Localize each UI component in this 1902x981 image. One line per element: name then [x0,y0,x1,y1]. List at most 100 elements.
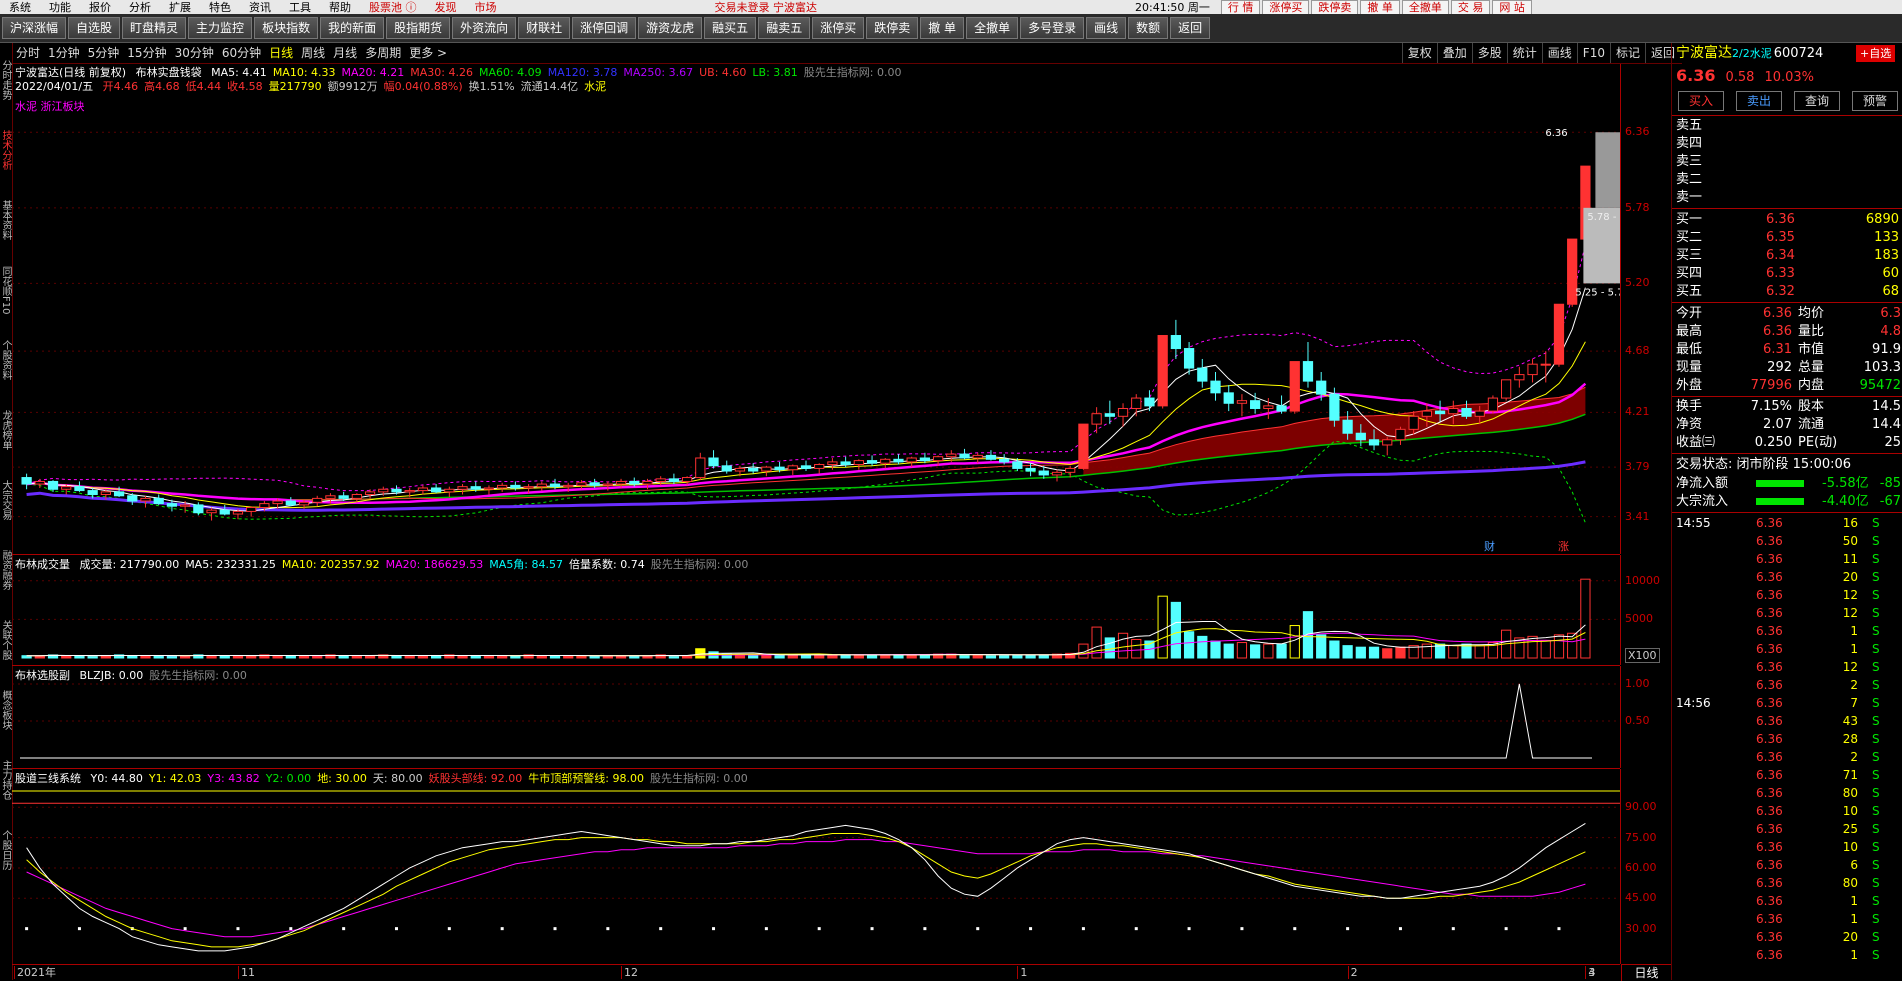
left-tab[interactable]: 个股资料 [0,327,11,393]
candle[interactable] [246,506,257,517]
three-line-pane[interactable]: 股道三线系统 Y0: 44.80 Y1: 42.03 Y3: 43.82 Y2: 0.… [12,769,1620,964]
chart-tool-button[interactable]: 标记 [1609,43,1645,63]
quick-button[interactable]: 全撤单 [1401,0,1449,14]
candle[interactable] [985,450,997,461]
candle[interactable] [1540,351,1551,383]
volume-bar[interactable] [1289,625,1300,659]
left-tab[interactable]: 大宗交易 [0,467,11,533]
volume-bar[interactable] [1382,648,1393,659]
period-tab[interactable]: 1分钟 [44,43,84,63]
volume-bar[interactable] [232,655,244,659]
chart-tool-button[interactable]: 多股 [1471,43,1507,63]
ask-level[interactable]: 卖五 [1676,117,1902,134]
ask-level[interactable]: 卖二 [1676,171,1902,188]
chart-tool-button[interactable]: 统计 [1506,43,1542,63]
volume-bar[interactable] [364,655,376,659]
volume-bar[interactable] [1329,640,1340,659]
menu-item[interactable]: 市场 [466,1,506,14]
period-indicator[interactable]: 日线 [1621,964,1671,981]
candle[interactable] [959,448,970,460]
volume-bar[interactable] [272,655,283,659]
toolbar-button[interactable]: 主力监控 [188,17,253,39]
menu-item[interactable]: 资讯 [240,1,280,14]
menu-item[interactable]: 功能 [40,1,80,14]
volume-bar[interactable] [1540,640,1551,659]
menu-item[interactable]: 扩展 [160,1,200,14]
left-tab[interactable]: 分时走势 [0,47,11,113]
toolbar-button[interactable]: 财联社 [518,17,571,39]
volume-bar[interactable] [1448,645,1459,659]
toolbar-button[interactable]: 数额 [1128,17,1169,39]
quick-button[interactable]: 行 情 [1220,0,1261,14]
candle[interactable] [1051,469,1063,482]
candle[interactable] [497,482,508,492]
volume-chart[interactable] [12,555,1620,665]
volume-bar[interactable] [404,655,415,659]
volume-pane[interactable]: 布林成交量 成交量: 217790.00 MA5: 232331.25 MA10: … [12,555,1620,666]
candle[interactable] [1289,361,1300,414]
volume-bar[interactable] [1276,643,1287,659]
volume-bar[interactable] [1104,637,1115,659]
chart-tool-button[interactable]: 复权 [1401,43,1437,63]
bollsel-chart[interactable] [12,666,1620,768]
quick-button[interactable]: 跌停卖 [1311,0,1359,14]
volume-bar[interactable] [430,655,442,659]
quick-button[interactable]: 撤 单 [1360,0,1400,14]
volume-bar[interactable] [1355,646,1366,659]
candle[interactable] [74,481,85,492]
volume-bar[interactable] [298,655,310,659]
volume-bar[interactable] [127,655,138,659]
candle[interactable] [748,463,759,474]
candle[interactable] [536,481,547,491]
ask-level[interactable]: 卖四 [1676,135,1902,152]
bid-level[interactable]: 买一 6.36 6890 [1676,211,1902,228]
candlestick-chart[interactable]: 5.78 - 6.3 5.25 - 5.78 6.36 财 涨 [12,64,1620,554]
toolbar-button[interactable]: 沪深涨幅 [2,17,67,39]
candle[interactable] [866,455,878,466]
add-watchlist-button[interactable]: +自选 [1856,45,1896,62]
toolbar-button[interactable]: 板块指数 [254,17,319,39]
candle[interactable] [34,478,45,488]
candle[interactable] [1487,395,1499,414]
candle[interactable] [1210,372,1221,401]
candle[interactable] [800,460,812,472]
volume-bar[interactable] [74,655,85,659]
trade-button[interactable]: 预警 [1852,91,1898,111]
volume-bar[interactable] [417,655,429,659]
menu-item[interactable]: 发现 [426,1,466,14]
volume-bar[interactable] [959,654,970,659]
volume-bar[interactable] [206,655,217,659]
volume-bar[interactable] [695,648,706,659]
left-tab[interactable]: 个股日历 [0,817,11,883]
volume-bar[interactable] [338,655,349,659]
volume-bar[interactable] [140,655,151,659]
volume-bar[interactable] [1236,642,1248,659]
candle[interactable] [1250,392,1261,414]
toolbar-button[interactable]: 自选股 [68,17,121,39]
volume-bar[interactable] [219,655,230,659]
volume-bar[interactable] [536,655,547,659]
candle[interactable] [1091,407,1102,434]
volume-bar[interactable] [549,655,561,659]
period-tab[interactable]: 日线 [265,43,297,63]
toolbar-button[interactable]: 返回 [1170,17,1211,39]
bid-level[interactable]: 买三 6.34 183 [1676,247,1902,264]
toolbar-button[interactable]: 涨停买 [812,17,865,39]
candle[interactable] [312,495,323,507]
candle[interactable] [1197,358,1208,388]
candle[interactable] [853,459,864,470]
toolbar-button[interactable]: 多号登录 [1020,17,1085,39]
volume-bar[interactable] [1183,631,1195,659]
period-tab[interactable]: 周线 [297,43,329,63]
candle[interactable] [153,494,164,505]
candle[interactable] [1157,335,1168,409]
menu-item[interactable]: 报价 [80,1,120,14]
toolbar-button[interactable]: 全撤单 [966,17,1019,39]
period-tab[interactable]: 多周期 [361,43,405,63]
volume-bar[interactable] [1131,638,1142,659]
toolbar-button[interactable]: 游资龙虎 [638,17,703,39]
volume-bar[interactable] [1395,646,1406,659]
candle[interactable] [1501,379,1512,401]
price-chart-pane[interactable]: 宁波富达(日线 前复权) 布林实盘钱袋 MA5: 4.41 MA10: 4.33 M… [12,64,1620,555]
trade-button[interactable]: 买入 [1678,91,1724,111]
